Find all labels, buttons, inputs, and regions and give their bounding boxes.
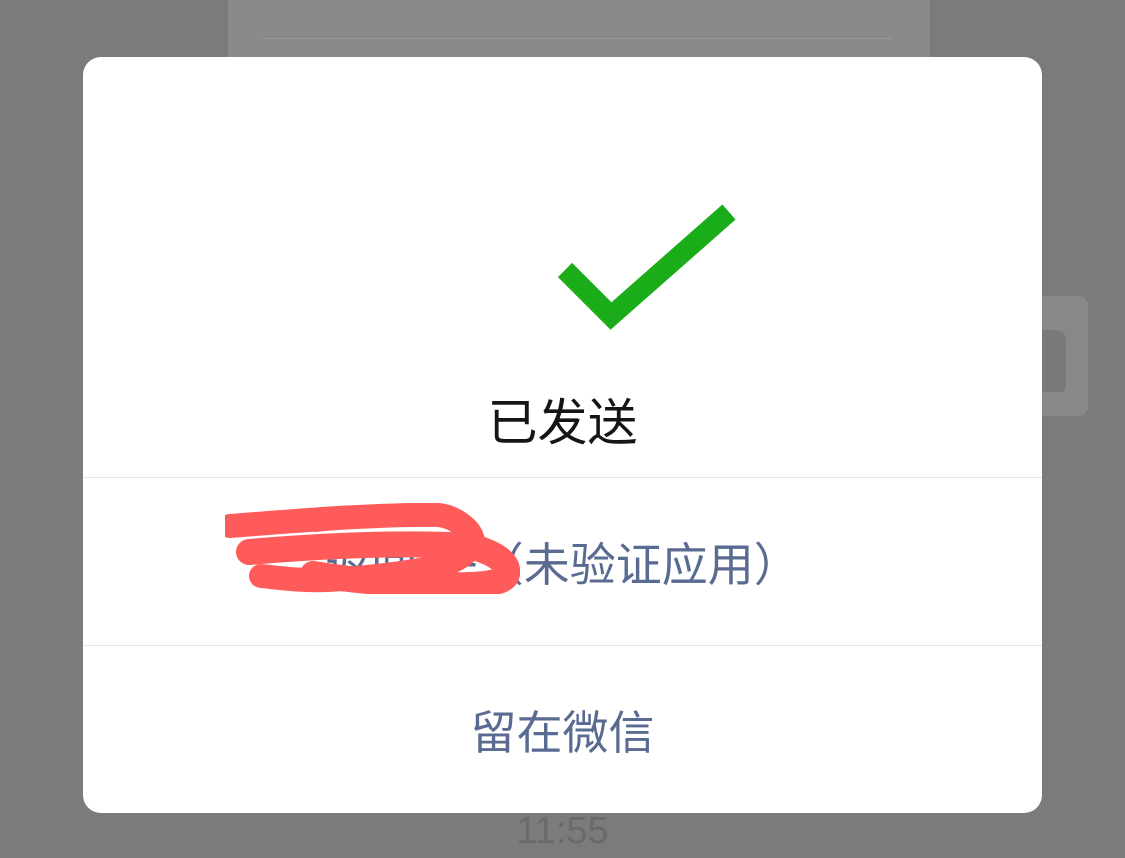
- stay-in-wechat-button[interactable]: 留在微信: [83, 646, 1042, 813]
- background-divider: [263, 38, 893, 39]
- stay-in-wechat-label: 留在微信: [470, 706, 655, 760]
- dialog-title: 已发送: [487, 394, 638, 452]
- checkmark-icon: [557, 204, 736, 330]
- background-time: 11:55: [516, 810, 609, 852]
- redaction-scribble: [225, 503, 520, 594]
- sent-dialog: 已发送 返回 子（未验证应用） 留在微信: [83, 57, 1042, 813]
